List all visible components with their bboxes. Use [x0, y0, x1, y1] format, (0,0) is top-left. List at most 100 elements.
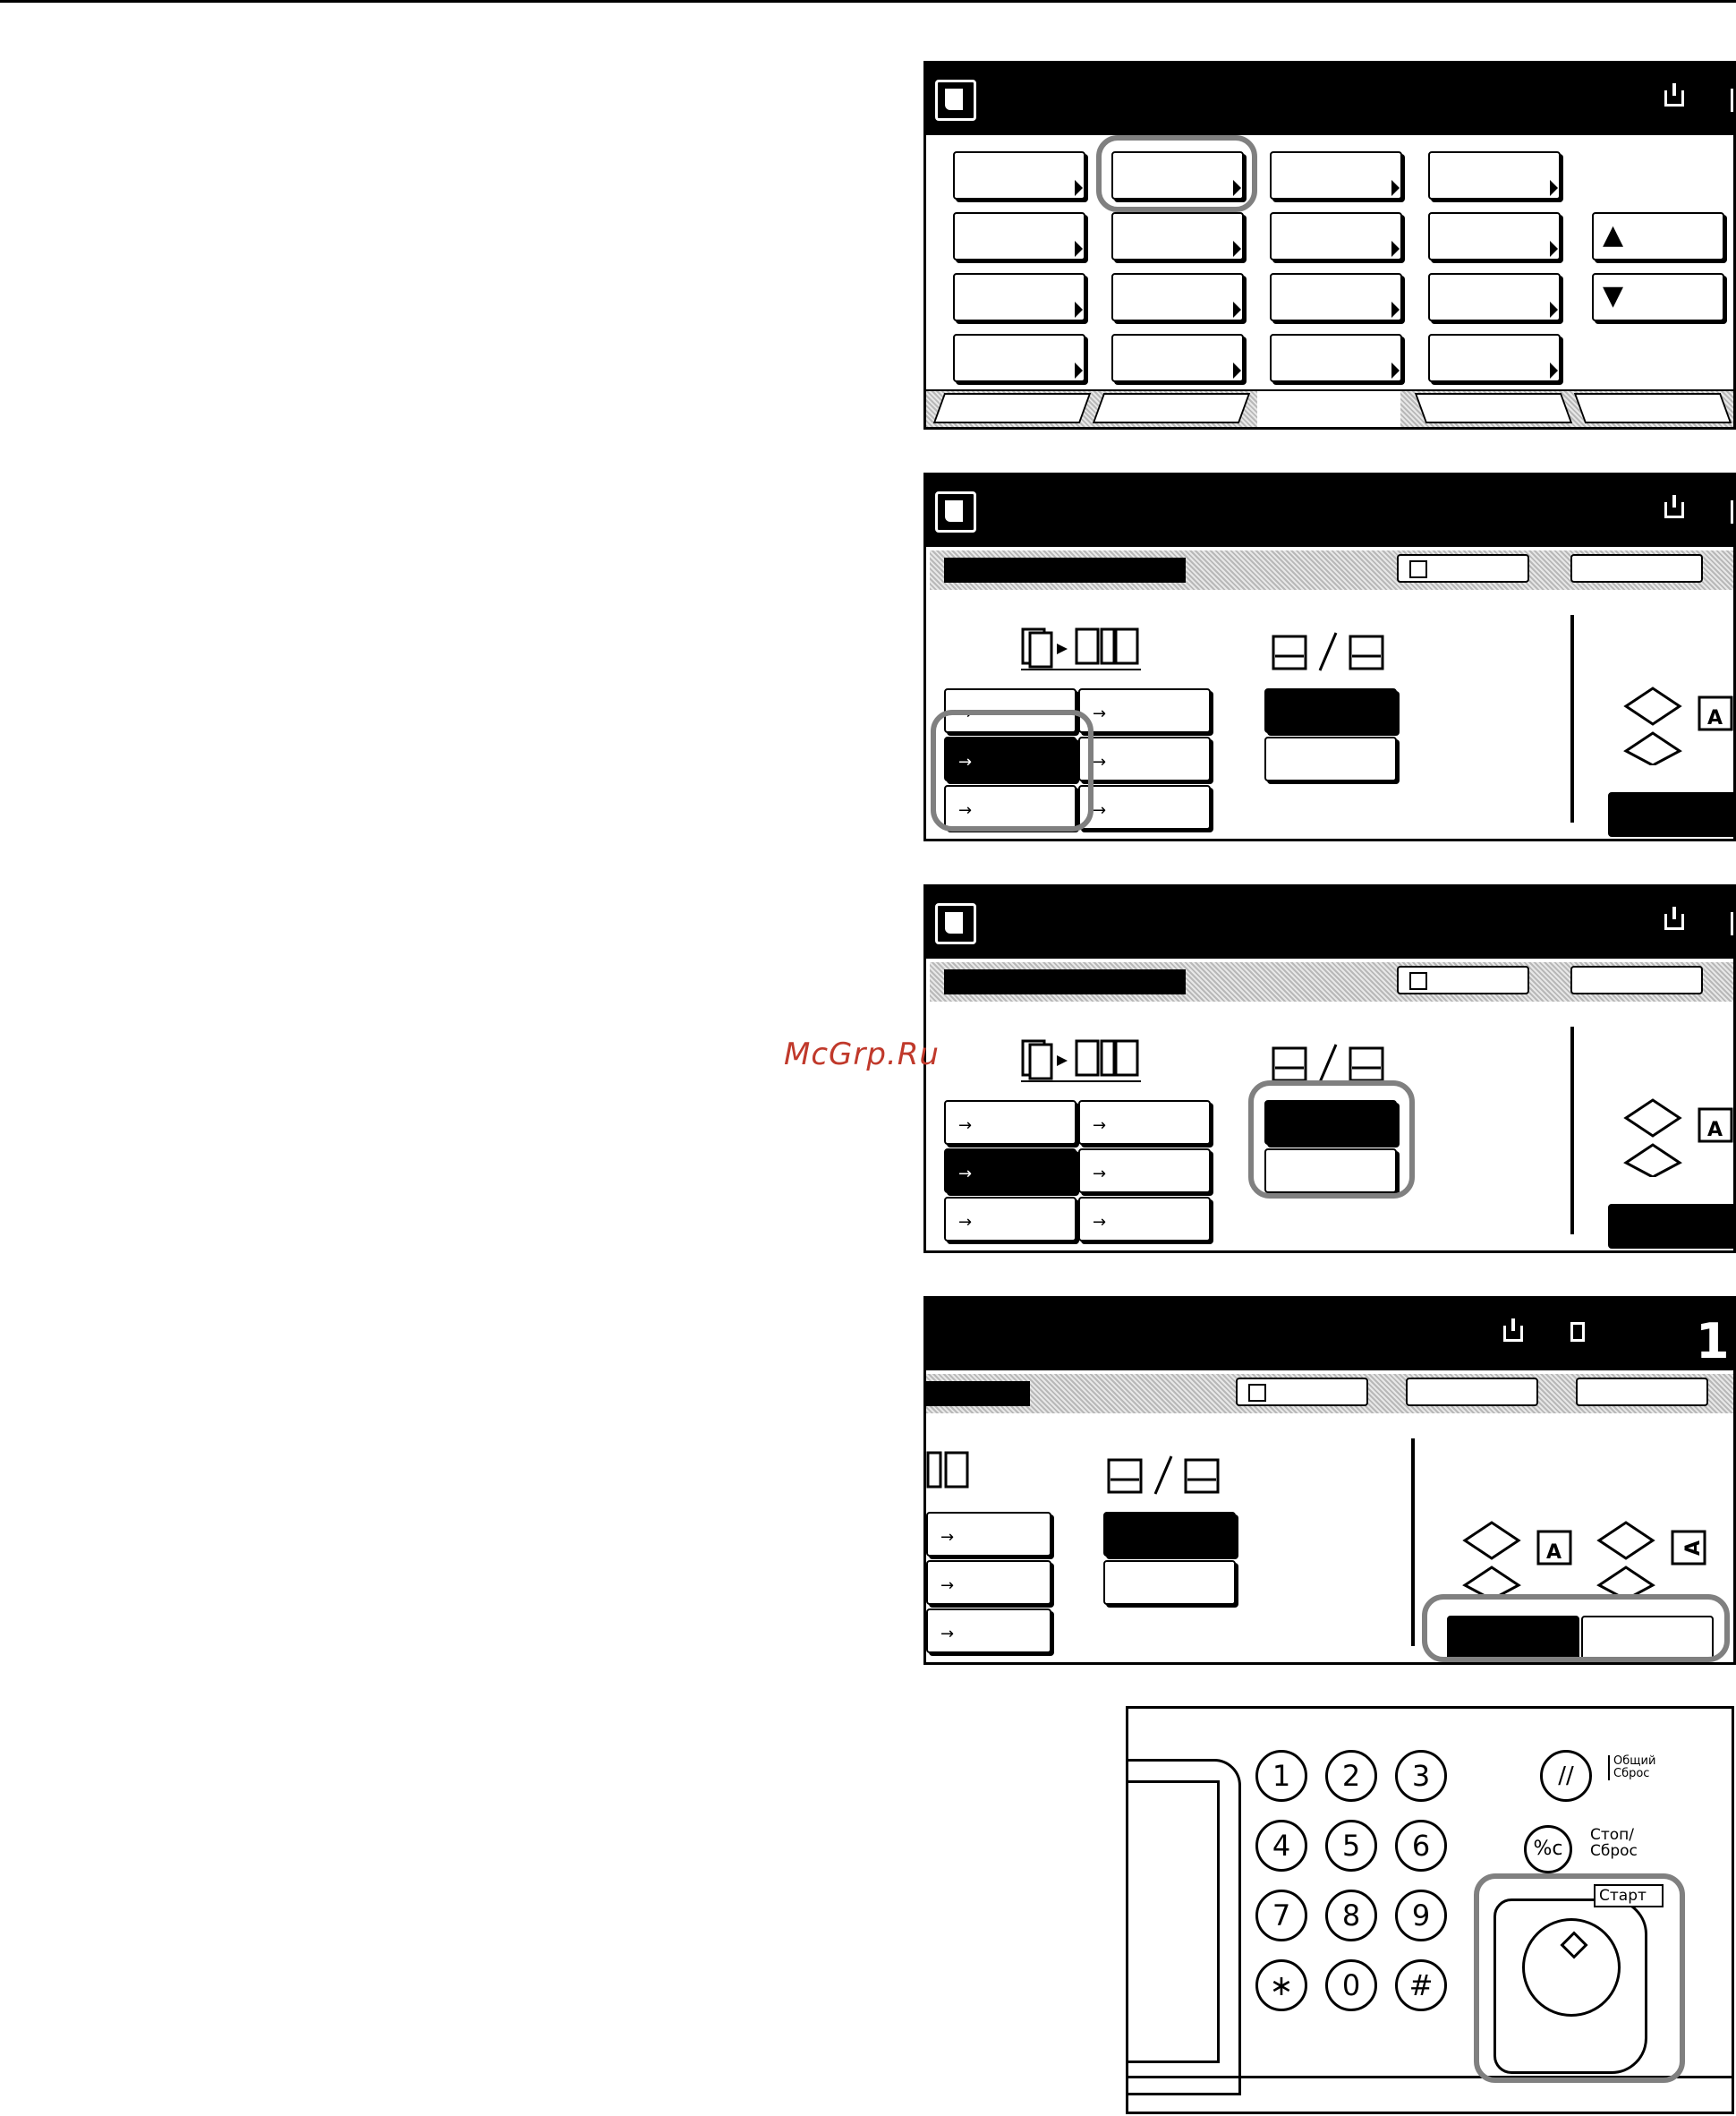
mode-book-to-2-button[interactable]: →	[1078, 785, 1211, 830]
svg-text:A: A	[1707, 707, 1723, 730]
mode-1-to-1-button[interactable]: →	[944, 688, 1076, 733]
tab-4[interactable]	[1414, 393, 1573, 423]
screen-header	[926, 475, 1733, 547]
arrow-up-icon: ▲	[1603, 219, 1624, 251]
lock-icon	[1664, 83, 1684, 107]
function-button-1[interactable]	[953, 151, 1085, 200]
function-button-8[interactable]	[1428, 212, 1561, 260]
lock-icon	[1664, 495, 1684, 518]
function-grid: ▲ ▼	[926, 135, 1733, 427]
orientation-top-edge-button[interactable]	[1608, 792, 1733, 837]
shortcut-button[interactable]	[1397, 966, 1529, 994]
mode-2-to-2-button[interactable]: →	[1078, 1100, 1211, 1145]
reset-label: Общий Сброс	[1608, 1755, 1667, 1780]
key-1[interactable]: 1	[1255, 1750, 1307, 1802]
lock-icon	[1664, 907, 1684, 930]
orientation-top-edge-button[interactable]	[1608, 1204, 1733, 1249]
function-button-duplex[interactable]	[1111, 151, 1244, 200]
control-panel: 1 2 3 4 5 6 7 8 9 ∗ 0 # // Общий Сброс %…	[1126, 1706, 1734, 2114]
mode-2-to-1-button[interactable]: →	[944, 785, 1076, 830]
function-button-3[interactable]	[1270, 151, 1402, 200]
binding-left-right-button[interactable]	[1103, 1512, 1236, 1557]
function-button-13[interactable]	[953, 334, 1085, 382]
divider	[1411, 1438, 1415, 1646]
svg-text:A: A	[1707, 1119, 1723, 1141]
screen-original-orientation: 1 → → → A A	[923, 1296, 1736, 1665]
duplex-settings: → → → → → → A	[926, 547, 1733, 839]
orientation-left-edge-button[interactable]	[1581, 1616, 1714, 1660]
duplex-mode-icon-partial	[926, 1449, 989, 1492]
original-orientation-icon: A	[1617, 1091, 1733, 1179]
top-rule	[0, 0, 1736, 3]
reset-button[interactable]: //	[1540, 1750, 1592, 1802]
tab-1[interactable]	[932, 393, 1092, 423]
key-hash[interactable]: #	[1395, 1959, 1447, 2011]
original-orientation-icon: A	[1617, 679, 1733, 767]
mode-book-to-2-button[interactable]: →	[926, 1608, 1051, 1653]
function-button-9[interactable]	[953, 273, 1085, 321]
original-document-icon	[935, 80, 976, 121]
tab-2[interactable]	[1092, 393, 1251, 423]
function-title	[944, 558, 1186, 583]
function-button-16[interactable]	[1428, 334, 1561, 382]
mode-2-to-2-button[interactable]: →	[1078, 688, 1211, 733]
key-5[interactable]: 5	[1325, 1820, 1377, 1872]
header-edge-mark	[1731, 89, 1733, 112]
function-button-6[interactable]	[1111, 212, 1244, 260]
key-9[interactable]: 9	[1395, 1890, 1447, 1941]
binding-top-button[interactable]	[1103, 1560, 1236, 1605]
stop-clear-button[interactable]: %c	[1524, 1825, 1572, 1873]
mode-book-to-1-button[interactable]: →	[1078, 737, 1211, 781]
binding-left-right-button[interactable]	[1264, 1100, 1397, 1145]
key-4[interactable]: 4	[1255, 1820, 1307, 1872]
screen-duplex-mode: → → → → → → A	[923, 473, 1736, 841]
close-button[interactable]	[1576, 1378, 1708, 1406]
start-button[interactable]	[1522, 1918, 1621, 2017]
mode-book-to-2-button[interactable]: →	[1078, 1197, 1211, 1241]
key-3[interactable]: 3	[1395, 1750, 1447, 1802]
shortcut-icon	[1248, 1384, 1266, 1402]
function-button-10[interactable]	[1111, 273, 1244, 321]
function-button-14[interactable]	[1111, 334, 1244, 382]
back-button[interactable]	[1570, 554, 1703, 583]
function-button-15[interactable]	[1270, 334, 1402, 382]
function-button-7[interactable]	[1270, 212, 1402, 260]
scroll-up-button[interactable]: ▲	[1592, 212, 1724, 260]
key-2[interactable]: 2	[1325, 1750, 1377, 1802]
scroll-down-button[interactable]: ▼	[1592, 273, 1724, 321]
mode-1-to-1-button[interactable]: →	[944, 1100, 1076, 1145]
function-button-5[interactable]	[953, 212, 1085, 260]
mode-1-to-2-button[interactable]: →	[944, 1148, 1076, 1193]
function-button-11[interactable]	[1270, 273, 1402, 321]
key-7[interactable]: 7	[1255, 1890, 1307, 1941]
mode-book-to-1-button[interactable]: →	[926, 1560, 1051, 1605]
shortcut-button[interactable]	[1397, 554, 1529, 583]
binding-top-button[interactable]	[1264, 1148, 1397, 1193]
orientation-top-edge-button[interactable]	[1447, 1616, 1579, 1660]
tab-3-selected[interactable]	[1257, 391, 1400, 427]
title-strip	[926, 1374, 1733, 1413]
binding-orientation-icon	[1270, 629, 1400, 674]
screen-header	[926, 887, 1733, 959]
mode-book-to-1-button[interactable]: →	[1078, 1148, 1211, 1193]
key-8[interactable]: 8	[1325, 1890, 1377, 1941]
tab-5[interactable]	[1573, 393, 1732, 423]
key-asterisk[interactable]: ∗	[1255, 1959, 1307, 2011]
binding-top-button[interactable]	[1264, 737, 1397, 781]
back-button[interactable]	[1570, 966, 1703, 994]
key-6[interactable]: 6	[1395, 1820, 1447, 1872]
mode-2-to-1-button[interactable]: →	[944, 1197, 1076, 1241]
back-button[interactable]	[1406, 1378, 1538, 1406]
duplex-mode-icon	[1021, 626, 1141, 670]
start-label: Старт	[1594, 1884, 1664, 1907]
shortcut-button[interactable]	[1236, 1378, 1368, 1406]
duplex-mode-icon	[1021, 1037, 1141, 1082]
mode-2-to-2-button[interactable]: →	[926, 1512, 1051, 1557]
function-button-12[interactable]	[1428, 273, 1561, 321]
binding-left-right-button[interactable]	[1264, 688, 1397, 733]
mode-1-to-2-button[interactable]: →	[944, 737, 1076, 781]
watermark-text: McGrp.Ru	[784, 1037, 940, 1072]
key-0[interactable]: 0	[1325, 1959, 1377, 2011]
function-button-4[interactable]	[1428, 151, 1561, 200]
header-edge-mark	[1731, 500, 1733, 524]
